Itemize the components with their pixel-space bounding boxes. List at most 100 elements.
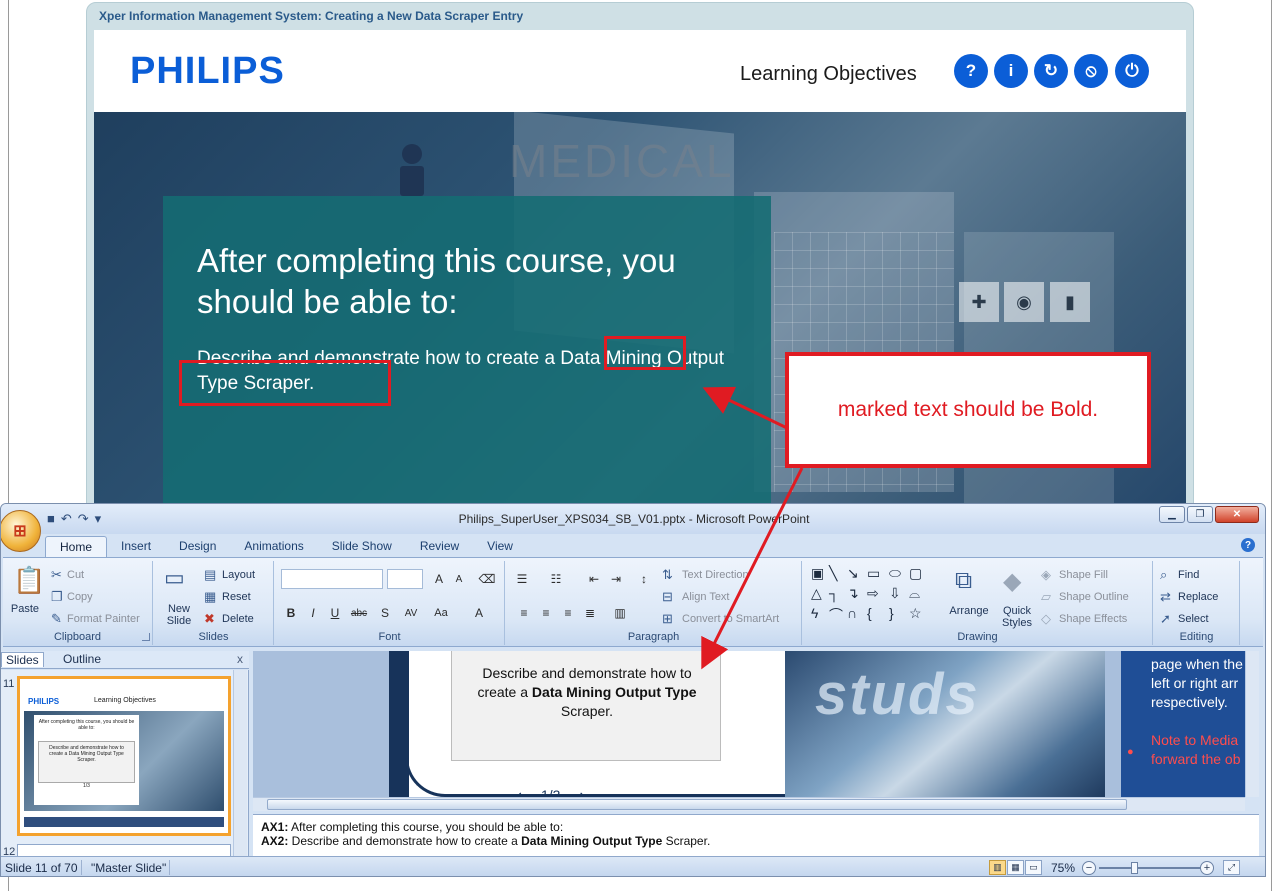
replace-button[interactable]: Replace [1178,591,1218,603]
tab-view[interactable]: View [473,536,527,558]
rounded-rect-shape-icon[interactable]: ▢ [909,565,922,582]
down-arrow-shape-icon[interactable]: ⇩ [889,585,901,602]
pane-scrollbar[interactable] [233,670,247,856]
close-brace-shape-icon[interactable]: } [889,605,894,621]
delete-button[interactable]: Delete [222,613,254,625]
reset-button[interactable]: ↻ [1034,54,1068,88]
normal-view-icon[interactable]: ▥ [989,860,1006,875]
textbox-shape-icon[interactable]: ▣ [811,565,824,582]
office-button[interactable]: ⊞ [1,510,41,552]
horizontal-scrollbar[interactable] [253,797,1245,811]
change-case-icon[interactable]: Aa [431,603,451,623]
slide-show-icon[interactable]: ▭ [1025,860,1042,875]
pane-close-icon[interactable]: x [237,652,243,666]
clipboard-expander[interactable] [142,633,150,641]
zoom-out-icon[interactable]: − [1082,861,1096,875]
slide-sorter-icon[interactable]: ▦ [1007,860,1024,875]
align-right-icon[interactable]: ≡ [558,603,578,623]
paste-button[interactable]: Paste [7,603,43,615]
tab-outline[interactable]: Outline [59,652,105,666]
tab-insert[interactable]: Insert [107,536,165,558]
char-spacing-icon[interactable]: AV [401,603,421,623]
shape-outline-button[interactable]: Shape Outline [1059,591,1129,603]
fit-window-icon[interactable]: ⤢ [1223,860,1240,875]
star-shape-icon[interactable]: ☆ [909,605,922,622]
zoom-in-icon[interactable]: + [1200,861,1214,875]
slide-thumbnail[interactable] [17,844,231,856]
compass-button[interactable]: ⦸ [1074,54,1108,88]
zoom-level[interactable]: 75% [1051,861,1075,875]
align-left-icon[interactable]: ≡ [514,603,534,623]
maximize-button[interactable]: ❐ [1187,506,1213,523]
help-icon[interactable]: ? [1241,538,1255,552]
columns-icon[interactable]: ▥ [610,603,630,623]
info-button[interactable]: i [994,54,1028,88]
freeform-shape-icon[interactable]: ⌓ [909,585,920,602]
shadow-icon[interactable]: S [375,603,395,623]
help-button[interactable]: ? [954,54,988,88]
align-center-icon[interactable]: ≡ [536,603,556,623]
arc-shape-icon[interactable]: ∩ [847,605,857,621]
convert-smartart-button[interactable]: Convert to SmartArt [682,613,779,625]
quick-styles-button[interactable]: Quick Styles [997,605,1037,629]
copy-button[interactable]: Copy [67,591,93,603]
rectangle-shape-icon[interactable]: ▭ [867,565,880,582]
tab-design[interactable]: Design [165,536,230,558]
line-shape-icon[interactable]: ╲ [829,565,837,582]
new-slide-button[interactable]: New Slide [156,603,202,627]
triangle-shape-icon[interactable]: △ [811,585,822,602]
tab-slide-show[interactable]: Slide Show [318,536,406,558]
align-text-button[interactable]: Align Text [682,591,730,603]
zoom-slider-thumb[interactable] [1131,862,1138,874]
replace-icon: ⇄ [1160,589,1171,604]
vertical-scrollbar[interactable] [1245,651,1259,797]
tab-animations[interactable]: Animations [230,536,317,558]
shape-effects-button[interactable]: Shape Effects [1059,613,1127,625]
grow-font-icon[interactable]: A [429,569,449,589]
text-direction-button[interactable]: Text Direction [682,569,749,581]
brace-shape-icon[interactable]: { [867,605,872,621]
format-painter-button[interactable]: Format Painter [67,613,140,625]
lightning-shape-icon[interactable]: ϟ [811,605,818,621]
shape-fill-button[interactable]: Shape Fill [1059,569,1108,581]
speaker-notes[interactable]: AX1: After completing this course, you s… [253,814,1259,856]
clear-format-icon[interactable]: ⌫ [477,569,497,589]
tab-slides[interactable]: Slides [1,652,44,667]
font-name-combo[interactable] [281,569,383,589]
elbow-arrow-shape-icon[interactable]: ↴ [847,585,859,602]
close-button[interactable]: ✕ [1215,506,1259,523]
italic-icon[interactable]: I [303,603,323,623]
oval-shape-icon[interactable]: ⬭ [889,565,901,582]
bold-icon[interactable]: B [281,603,301,623]
reset-button[interactable]: Reset [222,591,251,603]
right-arrow-shape-icon[interactable]: ⇨ [867,585,879,602]
elbow-shape-icon[interactable]: ┐ [829,585,839,601]
horizontal-scroll-thumb[interactable] [267,799,1127,810]
cut-button[interactable]: Cut [67,569,84,581]
power-button[interactable]: ⏻ [1115,54,1149,88]
bullets-icon[interactable]: ☰ [512,569,532,589]
select-button[interactable]: Select [1178,613,1209,625]
decrease-indent-icon[interactable]: ⇤ [584,569,604,589]
minimize-button[interactable]: ▁ [1159,506,1185,523]
arrange-button[interactable]: Arrange [945,605,993,617]
numbering-icon[interactable]: ☷ [546,569,566,589]
slide-canvas[interactable]: Describe and demonstrate how to create a… [389,651,1105,797]
font-color-icon[interactable]: A [469,603,489,623]
curve-shape-icon[interactable]: ⌒ [829,605,843,625]
layout-button[interactable]: Layout [222,569,255,581]
arrow-line-shape-icon[interactable]: ↘ [847,565,859,582]
tab-review[interactable]: Review [406,536,473,558]
find-button[interactable]: Find [1178,569,1199,581]
slide-text-box[interactable]: Describe and demonstrate how to create a… [451,651,721,761]
underline-icon[interactable]: U [325,603,345,623]
font-size-combo[interactable] [387,569,423,589]
line-spacing-icon[interactable]: ↕ [634,569,654,589]
shrink-font-icon[interactable]: A [449,569,469,589]
tab-home[interactable]: Home [45,536,108,558]
zoom-slider[interactable] [1099,867,1203,869]
slide-thumbnail[interactable]: PHILIPS Learning Objectives After comple… [17,676,231,836]
increase-indent-icon[interactable]: ⇥ [606,569,626,589]
justify-icon[interactable]: ≣ [580,603,600,623]
strikethrough-icon[interactable]: abc [349,603,369,623]
